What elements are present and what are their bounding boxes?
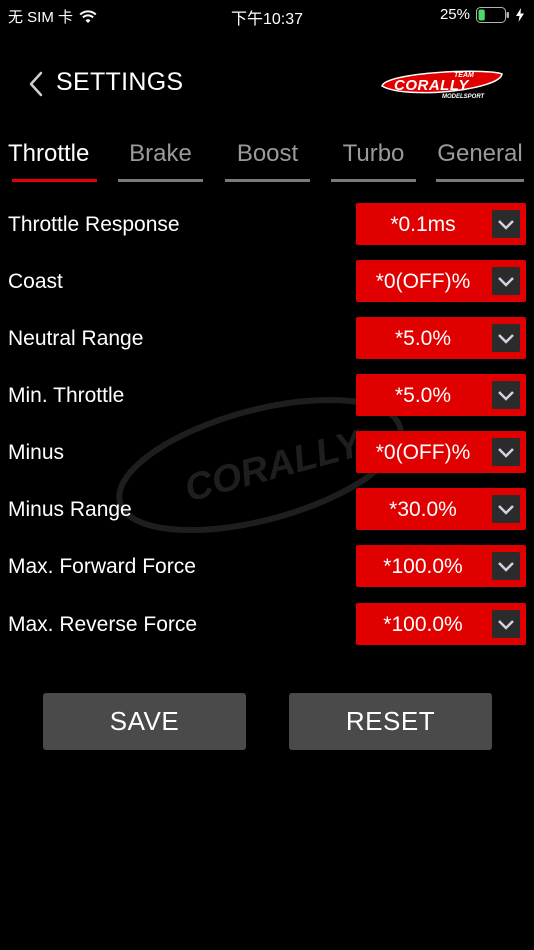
setting-dropdown[interactable]: *5.0% [356, 317, 526, 359]
svg-text:MODELSPORT: MODELSPORT [442, 94, 486, 100]
setting-label: Throttle Response [8, 213, 180, 236]
setting-row-neutral-range: Neutral Range *5.0% [0, 317, 534, 361]
tab-label: Throttle [8, 140, 90, 167]
setting-value: *0(OFF)% [375, 441, 471, 464]
setting-label: Min. Throttle [8, 384, 125, 407]
setting-dropdown[interactable]: *5.0% [356, 374, 526, 416]
setting-label: Coast [8, 270, 63, 293]
setting-label: Minus Range [8, 498, 132, 521]
tab-turbo[interactable]: Turbo [331, 138, 416, 184]
svg-text:CORALLY: CORALLY [394, 77, 470, 94]
setting-label: Max. Reverse Force [8, 613, 198, 636]
setting-dropdown[interactable]: *100.0% [356, 603, 526, 645]
setting-dropdown[interactable]: *0(OFF)% [356, 260, 526, 302]
charging-bolt-icon [516, 7, 524, 22]
chevron-down-icon [492, 381, 520, 409]
setting-value: *30.0% [389, 498, 457, 521]
tab-bar: Throttle Brake Boost Turbo General [0, 138, 534, 184]
setting-row-throttle-response: Throttle Response *0.1ms [0, 203, 534, 247]
setting-value: *0.1ms [390, 213, 456, 236]
setting-row-max-forward-force: Max. Forward Force *100.0% [0, 545, 534, 589]
setting-row-min-throttle: Min. Throttle *5.0% [0, 374, 534, 418]
setting-value: *5.0% [394, 327, 452, 350]
setting-value: *100.0% [383, 613, 463, 636]
tab-indicator [331, 179, 416, 182]
setting-dropdown[interactable]: *0.1ms [356, 203, 526, 245]
chevron-down-icon [492, 324, 520, 352]
status-bar: 无 SIM 卡 下午10:37 25% [0, 0, 534, 30]
tab-general[interactable]: General [436, 138, 524, 184]
tab-label: General [437, 140, 523, 167]
tab-indicator [118, 179, 203, 182]
status-right: 25% [440, 6, 524, 23]
tab-brake[interactable]: Brake [118, 138, 203, 184]
setting-label: Minus [8, 441, 65, 464]
tab-label: Turbo [342, 140, 405, 167]
chevron-down-icon [492, 552, 520, 580]
setting-dropdown[interactable]: *100.0% [356, 545, 526, 587]
tab-label: Brake [129, 140, 192, 167]
tab-indicator [225, 179, 310, 182]
chevron-down-icon [492, 438, 520, 466]
chevron-down-icon [492, 210, 520, 238]
setting-value: *100.0% [383, 555, 463, 578]
setting-row-minus-range: Minus Range *30.0% [0, 488, 534, 532]
chevron-down-icon [492, 267, 520, 295]
header: SETTINGS TEAM CORALLY MODELSPORT [0, 62, 534, 106]
back-chevron-icon[interactable] [26, 70, 48, 98]
tab-throttle[interactable]: Throttle [8, 138, 97, 184]
setting-row-coast: Coast *0(OFF)% [0, 260, 534, 304]
setting-row-max-reverse-force: Max. Reverse Force *100.0% [0, 603, 534, 647]
setting-label: Max. Forward Force [8, 555, 196, 578]
page-title: SETTINGS [56, 68, 184, 96]
battery-percent: 25% [439, 6, 470, 23]
reset-button[interactable]: RESET [289, 693, 492, 750]
team-corally-logo: TEAM CORALLY MODELSPORT [381, 70, 503, 100]
setting-value: *5.0% [394, 384, 452, 407]
setting-row-minus: Minus *0(OFF)% [0, 431, 534, 475]
tab-indicator [12, 179, 97, 182]
save-button[interactable]: SAVE [43, 693, 246, 750]
tab-boost[interactable]: Boost [225, 138, 310, 184]
setting-label: Neutral Range [8, 327, 144, 350]
setting-dropdown[interactable]: *0(OFF)% [356, 431, 526, 473]
tab-label: Boost [236, 140, 299, 167]
setting-value: *0(OFF)% [375, 270, 471, 293]
tab-indicator [436, 179, 524, 182]
setting-dropdown[interactable]: *30.0% [356, 488, 526, 530]
chevron-down-icon [492, 495, 520, 523]
chevron-down-icon [492, 610, 520, 638]
battery-icon [476, 6, 509, 23]
